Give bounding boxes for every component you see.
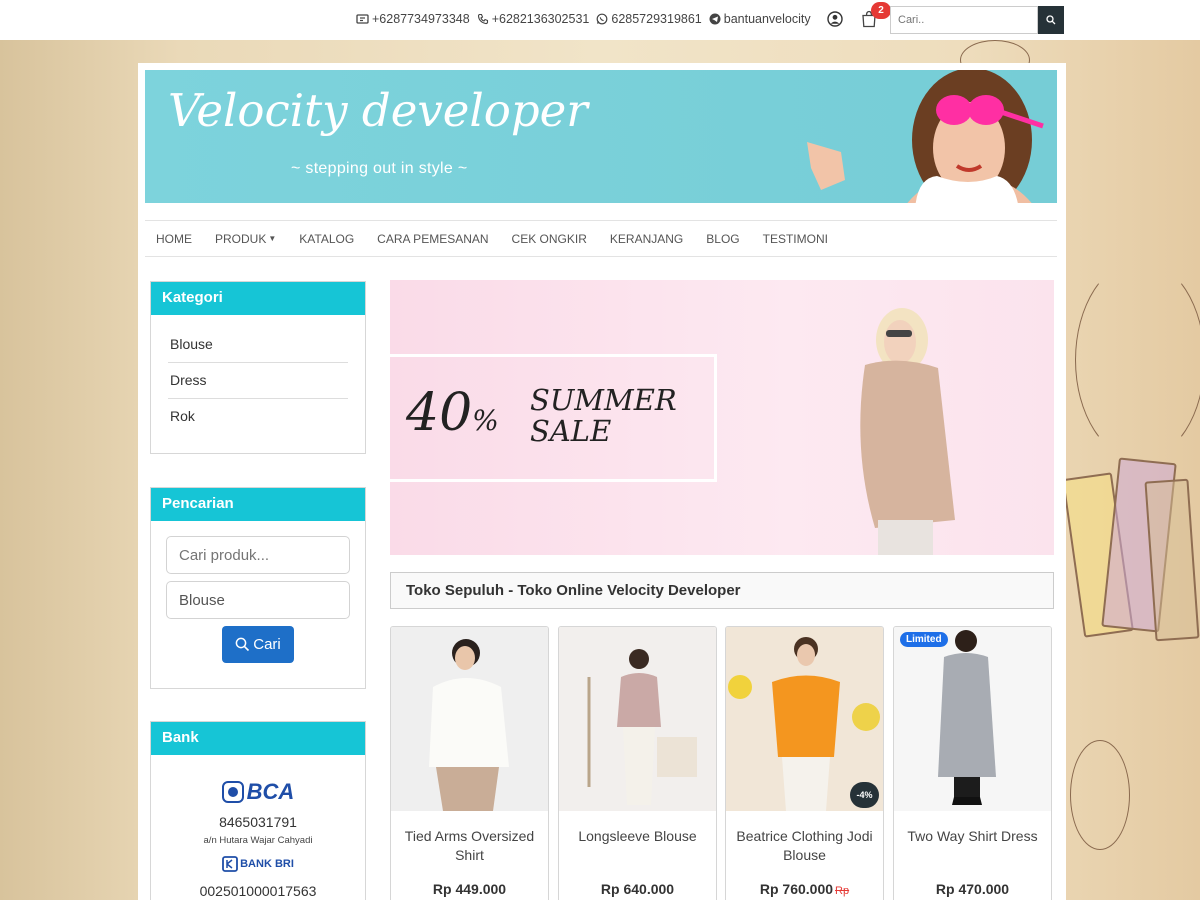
nav-produk[interactable]: PRODUK ▼ [215,232,276,246]
contact-fax[interactable]: +6287734973348 [356,12,470,26]
user-account-icon[interactable] [827,11,843,27]
category-list: Blouse Dress Rok [151,315,365,445]
background-sketch-illustration [1075,260,1200,460]
search-icon [1046,15,1056,25]
bri-logo: BANK BRI [222,856,294,872]
bca-emblem-icon [221,781,244,803]
nav-testimoni-label: TESTIMONI [762,231,828,246]
nav-home[interactable]: HOME [156,232,192,246]
whatsapp-icon [596,13,608,25]
main-container: Velocity developer ~ stepping out in sty… [138,63,1066,900]
promo-text: SUMMER SALE [530,383,677,448]
nav-katalog-label: KATALOG [299,231,355,246]
bca-logo-text: BCA [246,779,295,804]
search-widget: Pencarian Cari [150,487,366,689]
site-title: Velocity developer [168,84,588,137]
bca-account-holder: a/n Hutara Wajar Cahyadi [203,835,313,846]
product-price: Rp 760.000 [759,881,834,897]
contact-whatsapp-text: 6285729319861 [611,12,702,26]
nav-katalog[interactable]: KATALOG [299,232,354,246]
telegram-icon [709,13,721,25]
product-image-illustration [587,649,697,805]
category-widget-title: Kategori [151,282,365,315]
discount-badge: -4% [850,782,879,808]
bca-account-number: 8465031791 [219,814,297,830]
contact-telegram-text: bantuanvelocity [723,12,811,26]
search-submit-button[interactable]: Cari [222,626,294,663]
contact-phone[interactable]: +6282136302531 [477,12,590,26]
bca-logo: BCA [221,779,295,805]
promo-model-illustration [860,308,955,555]
main-nav: HOME PRODUK ▼ KATALOG CARA PEMESANAN CEK … [145,220,1057,257]
product-price-group: Rp 760.000 Rp [730,881,879,897]
contact-whatsapp[interactable]: 6285729319861 [596,12,702,26]
product-name[interactable]: Longsleeve Blouse [563,827,712,846]
contact-list: +6287734973348 +6282136302531 6285729319… [356,0,818,38]
nav-blog[interactable]: BLOG [706,232,739,246]
bri-logo-text: BANK BRI [240,858,294,870]
bank-widget: Bank BCA 8465031791 a/n Hutara Wajar Cah… [150,721,366,900]
contact-telegram[interactable]: bantuanvelocity [709,12,811,26]
search-widget-title: Pencarian [151,488,365,521]
fax-icon [356,14,369,24]
caret-down-icon: ▼ [268,234,277,243]
promo-percent: 40% [406,383,499,443]
product-card[interactable]: -4% Beatrice Clothing Jodi Blouse Rp 760… [725,626,884,900]
nav-produk-label: PRODUK [215,231,267,246]
contact-phone-text: +6282136302531 [491,12,590,26]
bri-account-number: 002501000017563 [199,883,317,899]
bank-bca-block: BCA 8465031791 a/n Hutara Wajar Cahyadi … [151,755,365,899]
promo-banner[interactable]: 40% SUMMER SALE [390,280,1054,555]
product-search-input[interactable] [166,536,350,574]
top-bar: +6287734973348 +6282136302531 6285729319… [0,0,1200,40]
product-card[interactable]: Tied Arms Oversized Shirt Rp 449.000 [390,626,549,900]
search-submit-label: Cari [253,636,281,653]
product-image[interactable] [894,627,1051,811]
contact-fax-text: +6287734973348 [372,12,470,26]
store-title-bar: Toko Sepuluh - Toko Online Velocity Deve… [390,572,1054,609]
category-item-dress[interactable]: Dress [168,363,348,399]
background-sketch-illustration [1070,740,1130,850]
product-card[interactable]: Limited Two Way Shirt Dress Rp 470.000 [893,626,1052,900]
product-price: Rp 449.000 [432,881,507,897]
cart-count-badge: 2 [871,2,891,19]
bank-widget-title: Bank [151,722,365,755]
product-card[interactable]: Longsleeve Blouse Rp 640.000 [558,626,717,900]
product-image[interactable] [391,627,548,811]
nav-cara-pemesanan-label: CARA PEMESANAN [377,231,489,246]
product-name[interactable]: Tied Arms Oversized Shirt [395,827,544,865]
category-item-rok[interactable]: Rok [168,399,348,435]
category-widget: Kategori Blouse Dress Rok [150,281,366,454]
product-name[interactable]: Two Way Shirt Dress [898,827,1047,846]
product-image-illustration [429,639,509,811]
search-icon [235,637,250,652]
product-price: Rp 470.000 [935,881,1010,897]
banner-model-illustration [807,70,1044,203]
bri-emblem-icon [222,856,239,872]
promo-percent-value: 40 [406,383,473,443]
nav-keranjang[interactable]: KERANJANG [610,232,683,246]
product-image[interactable] [559,627,716,811]
header-search-input[interactable] [890,6,1038,34]
header-search-button[interactable] [1038,6,1064,34]
nav-cara-pemesanan[interactable]: CARA PEMESANAN [377,232,488,246]
nav-cek-ongkir[interactable]: CEK ONGKIR [512,232,587,246]
category-select[interactable] [166,581,350,619]
product-image-illustration [938,630,996,805]
nav-blog-label: BLOG [706,231,740,246]
product-price: Rp 640.000 [600,881,675,897]
product-old-price: Rp [835,885,850,897]
nav-cek-ongkir-label: CEK ONGKIR [511,231,587,246]
phone-icon [477,13,488,25]
header-banner[interactable]: Velocity developer ~ stepping out in sty… [145,70,1057,203]
nav-home-label: HOME [156,231,192,246]
category-item-blouse[interactable]: Blouse [168,327,348,363]
site-tagline: ~ stepping out in style ~ [291,160,468,177]
nav-testimoni[interactable]: TESTIMONI [763,232,828,246]
promo-percent-sign: % [472,404,499,437]
nav-keranjang-label: KERANJANG [609,231,684,246]
limited-badge: Limited [900,632,948,647]
product-name[interactable]: Beatrice Clothing Jodi Blouse [730,827,879,865]
